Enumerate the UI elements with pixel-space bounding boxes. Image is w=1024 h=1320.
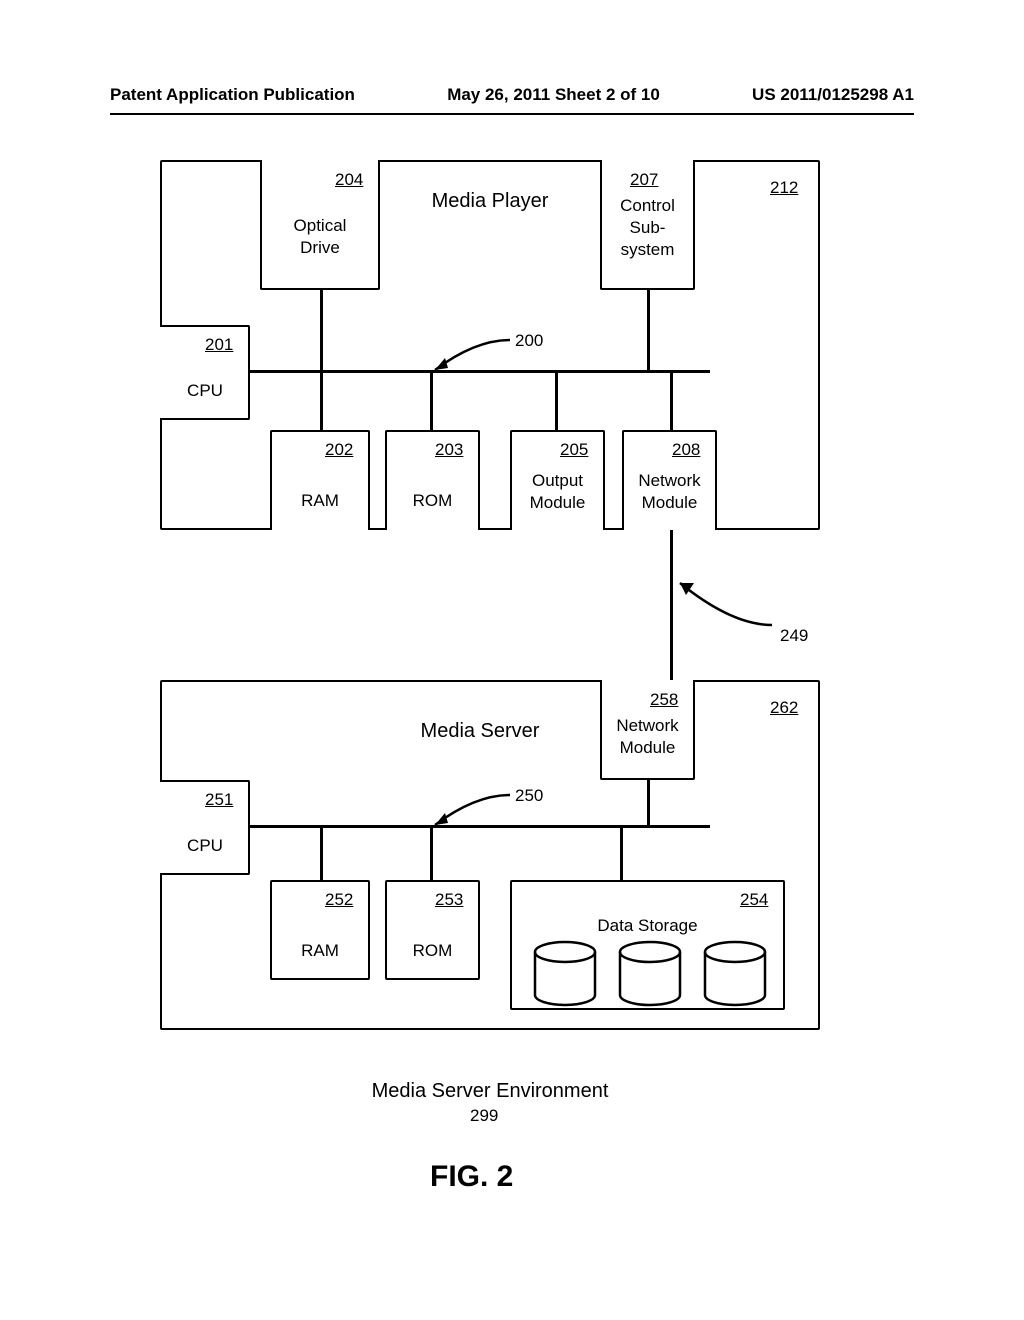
bus-250-ref: 250 bbox=[515, 785, 543, 807]
patent-header: Patent Application Publication May 26, 2… bbox=[110, 85, 914, 105]
server-ram-label: RAM bbox=[270, 940, 370, 962]
control-subsystem-label: Control Sub- system bbox=[600, 195, 695, 261]
link-249-arrow bbox=[672, 575, 782, 635]
server-cpu-ref: 251 bbox=[205, 790, 233, 810]
link-249-ref: 249 bbox=[780, 625, 808, 647]
figure-title: FIG. 2 bbox=[430, 1160, 513, 1194]
player-bus-v-optical bbox=[320, 290, 323, 370]
server-bus-v-net bbox=[647, 780, 650, 825]
player-ram-ref: 202 bbox=[325, 440, 353, 460]
player-bus-v-ram bbox=[320, 370, 323, 430]
storage-cylinders bbox=[530, 940, 780, 1010]
header-right: US 2011/0125298 A1 bbox=[752, 85, 914, 105]
server-net-label: Network Module bbox=[600, 715, 695, 759]
data-storage-ref: 254 bbox=[740, 890, 768, 910]
player-bus-v-rom bbox=[430, 370, 433, 430]
bus-250-arrow bbox=[430, 795, 520, 830]
player-ram-box bbox=[270, 430, 370, 530]
player-ram-label: RAM bbox=[270, 490, 370, 512]
server-bus-v-storage bbox=[620, 825, 623, 880]
bus-200-ref: 200 bbox=[515, 330, 543, 352]
player-rom-ref: 203 bbox=[435, 440, 463, 460]
header-rule bbox=[110, 113, 914, 115]
media-server-title: Media Server bbox=[380, 720, 580, 743]
player-bus-v-output bbox=[555, 370, 558, 430]
media-server-ref: 262 bbox=[770, 698, 798, 718]
player-output-ref: 205 bbox=[560, 440, 588, 460]
header-left: Patent Application Publication bbox=[110, 85, 355, 105]
player-rom-label: ROM bbox=[385, 490, 480, 512]
optical-drive-ref: 204 bbox=[335, 170, 363, 190]
player-cpu-label: CPU bbox=[160, 380, 250, 402]
server-rom-box bbox=[385, 880, 480, 980]
server-bus-v-ram bbox=[320, 825, 323, 880]
player-bus-v-net bbox=[670, 370, 673, 430]
bus-200-arrow bbox=[430, 340, 520, 375]
player-output-label: Output Module bbox=[510, 470, 605, 514]
server-bus-v-rom bbox=[430, 825, 433, 880]
server-ram-ref: 252 bbox=[325, 890, 353, 910]
environment-ref: 299 bbox=[470, 1105, 498, 1127]
environment-label: Media Server Environment bbox=[340, 1080, 640, 1103]
server-cpu-label: CPU bbox=[160, 835, 250, 857]
player-net-ref: 208 bbox=[672, 440, 700, 460]
player-rom-box bbox=[385, 430, 480, 530]
header-center: May 26, 2011 Sheet 2 of 10 bbox=[447, 85, 660, 105]
data-storage-label: Data Storage bbox=[510, 915, 785, 937]
server-rom-label: ROM bbox=[385, 940, 480, 962]
media-player-ref: 212 bbox=[770, 178, 798, 198]
server-rom-ref: 253 bbox=[435, 890, 463, 910]
player-net-label: Network Module bbox=[622, 470, 717, 514]
server-net-ref: 258 bbox=[650, 690, 678, 710]
player-cpu-ref: 201 bbox=[205, 335, 233, 355]
media-player-title: Media Player bbox=[400, 190, 580, 213]
control-subsystem-ref: 207 bbox=[630, 170, 658, 190]
optical-drive-label: Optical Drive bbox=[260, 215, 380, 259]
player-bus-v-control bbox=[647, 290, 650, 370]
server-ram-box bbox=[270, 880, 370, 980]
diagram-canvas: Media Player 212 204 Optical Drive 207 C… bbox=[0, 150, 1024, 1320]
